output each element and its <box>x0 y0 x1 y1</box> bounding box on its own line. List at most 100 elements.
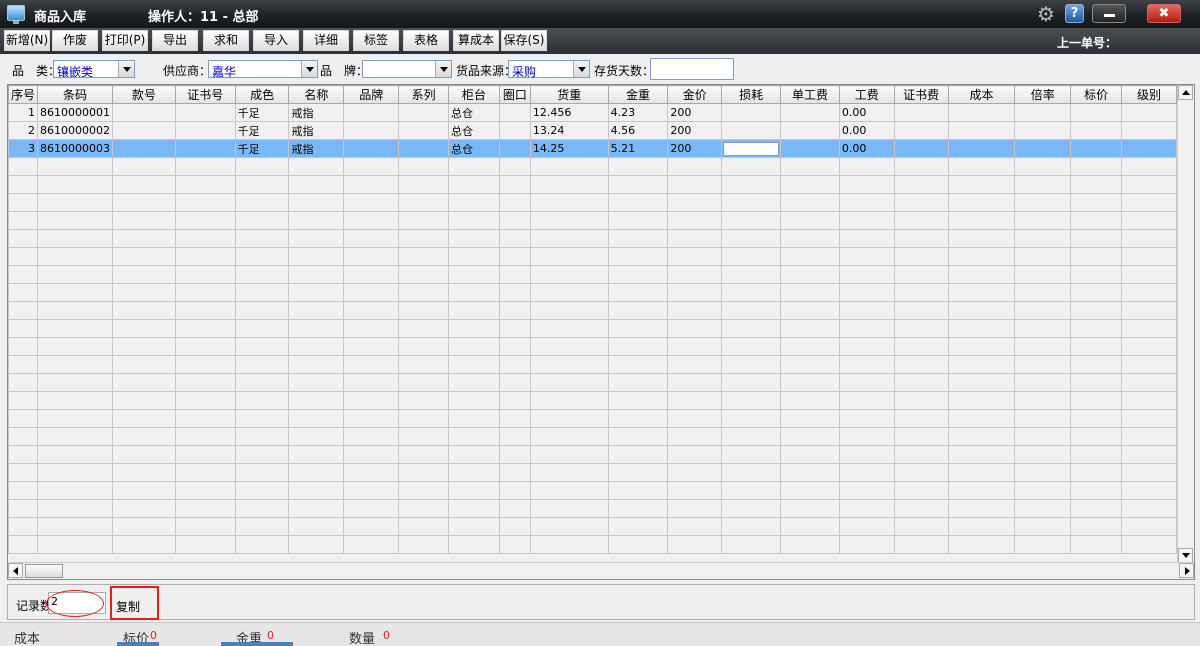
void-button[interactable]: 作废 <box>52 30 98 51</box>
table-cell[interactable] <box>721 445 782 464</box>
table-cell[interactable] <box>343 283 400 302</box>
table-cell[interactable] <box>37 211 114 230</box>
table-cell[interactable]: 总仓 <box>448 103 500 122</box>
table-cell[interactable] <box>529 445 609 464</box>
table-cell[interactable] <box>234 319 290 338</box>
table-cell[interactable] <box>343 463 400 482</box>
table-row[interactable] <box>8 535 1194 554</box>
table-cell[interactable] <box>343 265 400 284</box>
table-button[interactable]: 表格 <box>403 30 449 51</box>
table-cell[interactable] <box>607 355 669 374</box>
table-cell[interactable] <box>37 391 114 410</box>
table-cell[interactable] <box>1070 121 1123 140</box>
table-cell[interactable] <box>174 391 236 410</box>
table-cell[interactable] <box>8 499 39 518</box>
table-cell[interactable] <box>498 517 531 536</box>
table-cell[interactable] <box>607 319 669 338</box>
table-cell[interactable] <box>1014 265 1072 284</box>
table-cell[interactable] <box>498 121 531 140</box>
table-row[interactable] <box>8 283 1194 302</box>
table-cell[interactable] <box>721 463 782 482</box>
table-cell[interactable] <box>1121 175 1177 194</box>
table-cell[interactable] <box>721 103 782 122</box>
table-cell[interactable] <box>174 229 236 248</box>
table-cell[interactable] <box>607 409 669 428</box>
table-cell[interactable] <box>498 157 531 176</box>
table-cell[interactable] <box>112 355 176 374</box>
table-cell[interactable] <box>529 517 609 536</box>
table-cell[interactable] <box>721 391 782 410</box>
table-cell[interactable] <box>780 103 840 122</box>
table-cell[interactable] <box>174 175 236 194</box>
table-cell[interactable] <box>721 499 782 518</box>
table-cell[interactable]: 200 <box>667 121 723 140</box>
table-cell[interactable] <box>398 499 449 518</box>
table-cell[interactable] <box>498 247 531 266</box>
table-cell[interactable] <box>607 337 669 356</box>
table-cell[interactable] <box>529 193 609 212</box>
table-row[interactable] <box>8 517 1194 536</box>
scroll-right-arrow-icon[interactable] <box>1179 563 1194 578</box>
table-cell[interactable] <box>288 373 345 392</box>
table-cell[interactable] <box>8 535 39 554</box>
table-cell[interactable] <box>607 211 669 230</box>
table-cell[interactable] <box>529 175 609 194</box>
table-cell[interactable] <box>893 283 949 302</box>
table-cell[interactable] <box>1121 445 1177 464</box>
table-cell[interactable] <box>607 499 669 518</box>
table-cell[interactable] <box>1121 535 1177 554</box>
table-cell[interactable] <box>667 211 723 230</box>
table-cell[interactable] <box>780 517 840 536</box>
table-cell[interactable] <box>529 283 609 302</box>
table-cell[interactable] <box>37 517 114 536</box>
table-cell[interactable] <box>780 229 840 248</box>
table-cell[interactable] <box>780 157 840 176</box>
table-cell[interactable] <box>448 301 500 320</box>
table-cell[interactable] <box>37 265 114 284</box>
table-cell[interactable] <box>667 193 723 212</box>
table-cell[interactable] <box>343 337 400 356</box>
table-cell[interactable] <box>947 193 1016 212</box>
table-row[interactable] <box>8 427 1194 446</box>
table-cell[interactable] <box>112 517 176 536</box>
table-cell[interactable] <box>112 337 176 356</box>
table-cell[interactable] <box>174 193 236 212</box>
table-cell[interactable] <box>1121 409 1177 428</box>
copy-button[interactable]: 复制 <box>110 586 159 620</box>
table-cell[interactable] <box>37 319 114 338</box>
table-cell[interactable] <box>174 517 236 536</box>
table-cell[interactable] <box>667 463 723 482</box>
table-cell[interactable] <box>1070 157 1123 176</box>
detail-button[interactable]: 详细 <box>303 30 349 51</box>
table-cell[interactable] <box>529 391 609 410</box>
table-cell[interactable] <box>780 373 840 392</box>
table-cell[interactable] <box>780 337 840 356</box>
table-cell[interactable] <box>721 481 782 500</box>
table-row[interactable] <box>8 229 1194 248</box>
table-cell[interactable] <box>947 247 1016 266</box>
table-cell[interactable]: 戒指 <box>288 103 345 122</box>
table-cell[interactable] <box>112 229 176 248</box>
table-cell[interactable] <box>667 373 723 392</box>
table-cell[interactable] <box>947 139 1016 158</box>
table-cell[interactable] <box>37 427 114 446</box>
table-cell[interactable] <box>607 373 669 392</box>
table-cell[interactable] <box>448 535 500 554</box>
column-header[interactable]: 标价 <box>1070 85 1123 104</box>
table-cell[interactable] <box>288 337 345 356</box>
table-cell[interactable] <box>112 481 176 500</box>
table-cell[interactable] <box>529 373 609 392</box>
table-row[interactable] <box>8 373 1194 392</box>
table-cell[interactable] <box>174 247 236 266</box>
table-cell[interactable] <box>607 445 669 464</box>
table-cell[interactable] <box>288 409 345 428</box>
column-header[interactable]: 货重 <box>529 85 609 104</box>
table-cell[interactable] <box>1070 211 1123 230</box>
table-cell[interactable] <box>398 211 449 230</box>
table-cell[interactable]: 200 <box>667 103 723 122</box>
table-cell[interactable] <box>498 211 531 230</box>
table-cell[interactable] <box>721 301 782 320</box>
table-cell[interactable] <box>8 337 39 356</box>
table-cell[interactable] <box>8 301 39 320</box>
table-cell[interactable] <box>234 355 290 374</box>
